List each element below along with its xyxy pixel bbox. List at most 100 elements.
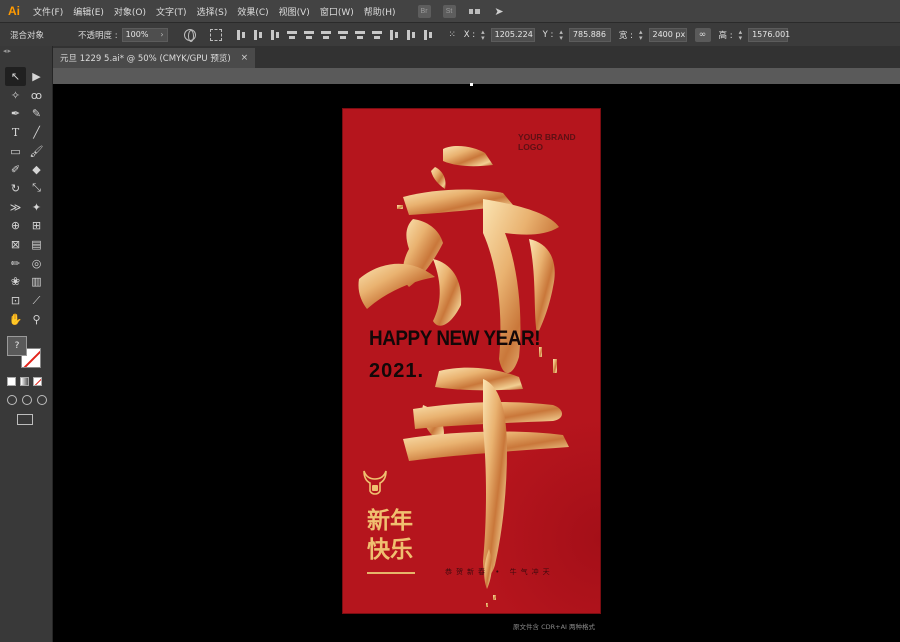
x-field[interactable]: 1205.224 bbox=[490, 27, 535, 42]
stroke-xin-sweep bbox=[358, 263, 435, 309]
document-tab-title: 元旦 1229 5.ai* @ 50% (CMYK/GPU 预览) bbox=[60, 54, 231, 64]
stock-icon[interactable]: St bbox=[442, 4, 456, 18]
align-top-icon[interactable] bbox=[286, 30, 297, 40]
greeting-tagline: 恭贺新春 • 牛气冲天 bbox=[445, 568, 554, 576]
shape-builder-tool-icon[interactable]: ⊕ bbox=[5, 217, 26, 236]
w-label: 宽 : bbox=[618, 30, 633, 41]
document-tab-bar: 元旦 1229 5.ai* @ 50% (CMYK/GPU 预览) × bbox=[53, 46, 900, 68]
h-field[interactable]: 1576.001 bbox=[748, 27, 790, 42]
distribute-top-icon[interactable] bbox=[337, 30, 348, 40]
ox-emblem-icon bbox=[363, 470, 387, 495]
workspace-grid-icon[interactable] bbox=[468, 5, 481, 18]
greeting-underline bbox=[367, 572, 415, 574]
selection-tool-icon[interactable]: ↖ bbox=[5, 67, 26, 86]
distribute-center-icon[interactable] bbox=[354, 30, 365, 40]
menu-bar: Ai 文件(F) 编辑(E) 对象(O) 文字(T) 选择(S) 效果(C) 视… bbox=[0, 0, 900, 22]
scale-tool-icon[interactable]: ⤡ bbox=[26, 179, 47, 198]
menu-object[interactable]: 对象(O) bbox=[114, 5, 146, 18]
distribute-hcenter-icon[interactable] bbox=[406, 29, 416, 40]
bridge-icon[interactable]: Br bbox=[417, 4, 431, 18]
menu-effect[interactable]: 效果(C) bbox=[237, 5, 268, 18]
x-stepper-icon[interactable]: ▴ ▾ bbox=[481, 28, 485, 41]
draw-behind-icon[interactable] bbox=[22, 395, 32, 405]
fill-swatch[interactable]: ? bbox=[7, 336, 27, 356]
perspective-grid-tool-icon[interactable]: ⊞ bbox=[26, 217, 47, 236]
puppet-warp-tool-icon[interactable]: ✦ bbox=[26, 198, 47, 217]
symbol-sprayer-tool-icon[interactable]: ❀ bbox=[5, 273, 26, 292]
lasso-tool-icon[interactable]: ꝏ bbox=[26, 86, 47, 105]
draw-mode-row bbox=[7, 395, 47, 405]
gradient-tool-icon[interactable]: ▤ bbox=[26, 235, 47, 254]
y-stepper-icon[interactable]: ▴ ▾ bbox=[559, 28, 563, 41]
illustrator-logo: Ai bbox=[8, 4, 20, 18]
distribute-left-icon[interactable] bbox=[389, 29, 399, 40]
zoom-tool-icon[interactable]: ⚲ bbox=[26, 310, 47, 329]
menu-type[interactable]: 文字(T) bbox=[156, 5, 187, 18]
blend-tool-icon[interactable]: ◎ bbox=[26, 254, 47, 273]
align-center-v-icon[interactable] bbox=[303, 30, 314, 40]
pen-tool-icon[interactable]: ✒ bbox=[5, 104, 26, 123]
rotate-tool-icon[interactable]: ↻ bbox=[5, 179, 26, 198]
align-left-icon[interactable] bbox=[236, 29, 246, 40]
width-tool-icon[interactable]: ≫ bbox=[5, 198, 26, 217]
mesh-tool-icon[interactable]: ⊠ bbox=[5, 235, 26, 254]
draw-normal-icon[interactable] bbox=[7, 395, 17, 405]
h-label: 高 : bbox=[718, 30, 733, 41]
opacity-value: 100% bbox=[125, 30, 149, 39]
recolor-globe-icon[interactable] bbox=[183, 28, 196, 42]
distribute-bottom-icon[interactable] bbox=[371, 30, 382, 40]
h-stepper-icon[interactable]: ▴ ▾ bbox=[739, 28, 743, 41]
headline-year: 2021. bbox=[369, 360, 425, 382]
type-tool-icon[interactable]: T bbox=[5, 123, 26, 142]
align-controls bbox=[236, 29, 433, 40]
eyedropper-tool-icon[interactable]: ✏ bbox=[5, 254, 26, 273]
opacity-field[interactable]: 100% › bbox=[121, 27, 168, 42]
screen-mode-icon[interactable] bbox=[17, 414, 33, 425]
w-field[interactable]: 2400 px bbox=[648, 27, 687, 42]
center-marker bbox=[470, 83, 473, 86]
gradient-mode-icon[interactable] bbox=[20, 377, 29, 386]
x-label: X : bbox=[463, 29, 476, 40]
menu-edit[interactable]: 编辑(E) bbox=[73, 5, 104, 18]
distribute-right-icon[interactable] bbox=[423, 29, 433, 40]
hand-tool-icon[interactable]: ✋ bbox=[5, 310, 26, 329]
menu-select[interactable]: 选择(S) bbox=[197, 5, 228, 18]
stroke-xin-top bbox=[443, 146, 493, 167]
toolbox-grip-icon[interactable]: ◂▸ bbox=[0, 46, 52, 56]
select-similar-icon[interactable] bbox=[209, 28, 222, 41]
reference-point-icon[interactable]: ⁙ bbox=[449, 30, 456, 40]
none-mode-icon[interactable] bbox=[33, 377, 42, 386]
chevron-right-icon: › bbox=[160, 30, 164, 39]
align-right-icon[interactable] bbox=[270, 29, 280, 40]
draw-inside-icon[interactable] bbox=[37, 395, 47, 405]
magic-wand-tool-icon[interactable]: ✧ bbox=[5, 86, 26, 105]
line-tool-icon[interactable]: ╱ bbox=[26, 123, 47, 142]
shaper-tool-icon[interactable]: ✐ bbox=[5, 160, 26, 179]
send-icon[interactable]: ➤ bbox=[493, 5, 506, 18]
eraser-tool-icon[interactable]: ◆ bbox=[26, 160, 47, 179]
slice-tool-icon[interactable]: ⟋ bbox=[26, 291, 47, 310]
menu-view[interactable]: 视图(V) bbox=[279, 5, 310, 18]
y-field[interactable]: 785.886 bbox=[568, 27, 611, 42]
w-stepper-icon[interactable]: ▴ ▾ bbox=[639, 28, 643, 41]
curvature-tool-icon[interactable]: ✎ bbox=[26, 104, 47, 123]
document-tab[interactable]: 元旦 1229 5.ai* @ 50% (CMYK/GPU 预览) × bbox=[53, 48, 256, 68]
artboard[interactable]: YOUR BRAND LOGO HAPPY NEW YEAR! 2021. 新年… bbox=[342, 108, 601, 614]
artboard-tool-icon[interactable]: ⊡ bbox=[5, 291, 26, 310]
control-bar: 混合对象 不透明度 : 100% › ⁙ X : ▴ ▾ 1205.224 Y :… bbox=[0, 22, 900, 46]
paintbrush-tool-icon[interactable]: 🖌 bbox=[26, 142, 47, 161]
direct-selection-tool-icon[interactable]: ▶ bbox=[26, 67, 47, 86]
headline-happy-new-year: HAPPY NEW YEAR! bbox=[369, 327, 541, 350]
constrain-link-icon[interactable]: ∞ bbox=[694, 27, 711, 42]
close-icon[interactable]: × bbox=[241, 53, 249, 63]
menu-help[interactable]: 帮助(H) bbox=[364, 5, 396, 18]
color-mode-icon[interactable] bbox=[7, 377, 16, 386]
menu-file[interactable]: 文件(F) bbox=[33, 5, 63, 18]
align-bottom-icon[interactable] bbox=[320, 30, 331, 40]
rectangle-tool-icon[interactable]: ▭ bbox=[5, 142, 26, 161]
menu-window[interactable]: 窗口(W) bbox=[320, 5, 354, 18]
stroke-xin-dot bbox=[431, 167, 446, 189]
selection-type-label: 混合对象 bbox=[10, 30, 45, 41]
align-center-h-icon[interactable] bbox=[253, 29, 263, 40]
column-graph-tool-icon[interactable]: ▥ bbox=[26, 273, 47, 292]
